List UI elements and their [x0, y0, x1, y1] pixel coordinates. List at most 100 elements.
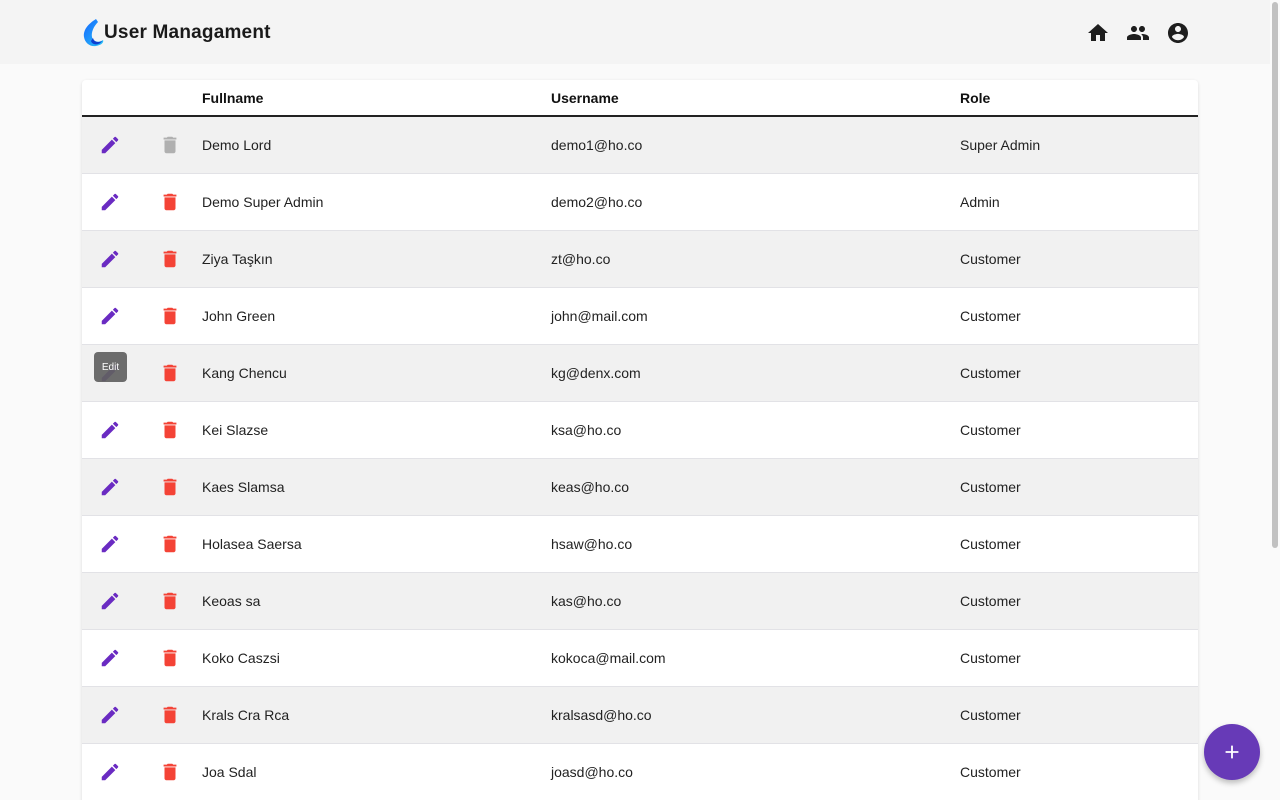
scrollbar-thumb[interactable]	[1272, 2, 1278, 548]
cell-username: john@mail.com	[551, 308, 648, 324]
pencil-icon	[99, 590, 121, 612]
header-fullname[interactable]: Fullname	[202, 90, 551, 106]
cell-role: Customer	[960, 764, 1021, 780]
cell-username: kokoca@mail.com	[551, 650, 666, 666]
add-user-button[interactable]	[1204, 724, 1260, 780]
edit-button[interactable]	[98, 190, 122, 214]
people-icon[interactable]	[1126, 21, 1150, 45]
cell-role: Customer	[960, 365, 1021, 381]
table-row[interactable]: Demo Lord demo1@ho.co Super Admin	[82, 117, 1198, 174]
trash-icon	[159, 761, 181, 783]
delete-button[interactable]	[158, 361, 182, 385]
table-row[interactable]: John Green john@mail.com Customer	[82, 288, 1198, 345]
cell-username: zt@ho.co	[551, 251, 611, 267]
delete-button[interactable]	[158, 190, 182, 214]
cell-role: Customer	[960, 650, 1021, 666]
table-row[interactable]: Ziya Taşkın zt@ho.co Customer	[82, 231, 1198, 288]
edit-button[interactable]	[98, 418, 122, 442]
delete-button[interactable]	[158, 646, 182, 670]
cell-fullname: Demo Super Admin	[202, 194, 324, 210]
logo-icon	[83, 19, 104, 47]
header-username[interactable]: Username	[551, 90, 960, 106]
cell-username: kg@denx.com	[551, 365, 641, 381]
trash-icon	[159, 362, 181, 384]
table-row[interactable]: Holasea Saersa hsaw@ho.co Customer	[82, 516, 1198, 573]
cell-role: Customer	[960, 251, 1021, 267]
header-role[interactable]: Role	[960, 90, 1198, 106]
cell-fullname: Kei Slazse	[202, 422, 269, 438]
account-circle-icon[interactable]	[1166, 21, 1190, 45]
edit-button[interactable]	[98, 646, 122, 670]
cell-fullname: Holasea Saersa	[202, 536, 302, 552]
cell-role: Customer	[960, 707, 1021, 723]
edit-button[interactable]	[98, 133, 122, 157]
table-header: Fullname Username Role	[82, 80, 1198, 117]
edit-tooltip: Edit	[94, 352, 127, 382]
edit-button[interactable]	[98, 475, 122, 499]
edit-button[interactable]	[98, 760, 122, 784]
cell-role: Customer	[960, 308, 1021, 324]
edit-button[interactable]	[98, 589, 122, 613]
edit-button[interactable]	[98, 532, 122, 556]
cell-role: Customer	[960, 536, 1021, 552]
edit-button[interactable]	[98, 247, 122, 271]
pencil-icon	[99, 191, 121, 213]
cell-username: ksa@ho.co	[551, 422, 622, 438]
table-row[interactable]: Demo Super Admin demo2@ho.co Admin	[82, 174, 1198, 231]
cell-role: Super Admin	[960, 137, 1041, 153]
pencil-icon	[99, 647, 121, 669]
delete-button	[158, 133, 182, 157]
delete-button[interactable]	[158, 247, 182, 271]
delete-button[interactable]	[158, 418, 182, 442]
pencil-icon	[99, 248, 121, 270]
cell-role: Customer	[960, 479, 1021, 495]
app-bar: User Managament	[0, 0, 1270, 64]
plus-icon	[1225, 745, 1239, 759]
table-row[interactable]: Kang Chencu kg@denx.com Customer	[82, 345, 1198, 402]
cell-username: hsaw@ho.co	[551, 536, 633, 552]
table-row[interactable]: Krals Cra Rca kralsasd@ho.co Customer	[82, 687, 1198, 744]
table-row[interactable]: Kaes Slamsa keas@ho.co Customer	[82, 459, 1198, 516]
page-scrollbar[interactable]	[1270, 0, 1280, 800]
cell-fullname: Kaes Slamsa	[202, 479, 285, 495]
table-row[interactable]: Joa Sdal joasd@ho.co Customer	[82, 744, 1198, 800]
cell-fullname: John Green	[202, 308, 276, 324]
pencil-icon	[99, 533, 121, 555]
trash-icon	[159, 191, 181, 213]
app-title: User Managament	[104, 22, 271, 43]
edit-button[interactable]	[98, 304, 122, 328]
cell-fullname: Ziya Taşkın	[202, 251, 273, 267]
pencil-icon	[99, 305, 121, 327]
table-row[interactable]: Keoas sa kas@ho.co Customer	[82, 573, 1198, 630]
delete-button[interactable]	[158, 589, 182, 613]
pencil-icon	[99, 419, 121, 441]
trash-icon	[159, 248, 181, 270]
table-row[interactable]: Koko Caszsi kokoca@mail.com Customer	[82, 630, 1198, 687]
pencil-icon	[99, 134, 121, 156]
delete-button[interactable]	[158, 532, 182, 556]
cell-username: keas@ho.co	[551, 479, 630, 495]
table-row[interactable]: Kei Slazse ksa@ho.co Customer	[82, 402, 1198, 459]
cell-role: Customer	[960, 422, 1021, 438]
delete-button[interactable]	[158, 475, 182, 499]
trash-icon	[159, 419, 181, 441]
cell-role: Admin	[960, 194, 1000, 210]
delete-button[interactable]	[158, 703, 182, 727]
cell-username: joasd@ho.co	[551, 764, 633, 780]
edit-button[interactable]	[98, 703, 122, 727]
delete-button[interactable]	[158, 304, 182, 328]
home-icon[interactable]	[1086, 21, 1110, 45]
cell-fullname: Kang Chencu	[202, 365, 287, 381]
pencil-icon	[99, 476, 121, 498]
cell-fullname: Krals Cra Rca	[202, 707, 290, 723]
cell-fullname: Demo Lord	[202, 137, 272, 153]
delete-button[interactable]	[158, 760, 182, 784]
brand[interactable]: User Managament	[82, 18, 271, 48]
cell-fullname: Koko Caszsi	[202, 650, 280, 666]
pencil-icon	[99, 761, 121, 783]
cell-role: Customer	[960, 593, 1021, 609]
cell-username: demo1@ho.co	[551, 137, 643, 153]
cell-fullname: Joa Sdal	[202, 764, 257, 780]
trash-icon	[159, 533, 181, 555]
cell-username: kas@ho.co	[551, 593, 622, 609]
